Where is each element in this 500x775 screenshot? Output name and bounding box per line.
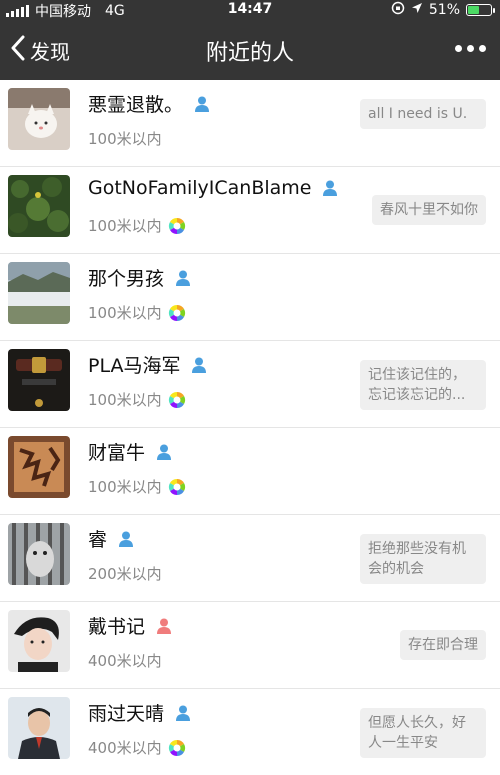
distance-label: 100米以内 — [88, 130, 162, 148]
signature-bubble: 存在即合理 — [400, 630, 486, 660]
avatar[interactable] — [8, 523, 70, 585]
male-icon — [174, 269, 192, 287]
signature-bubble: 拒绝那些没有机会的机会 — [360, 534, 486, 584]
person-name: 财富牛 — [88, 442, 146, 464]
signature-bubble: 记住该记住的，忘记该忘记的... — [360, 360, 486, 410]
male-icon — [193, 95, 211, 113]
avatar[interactable] — [8, 175, 70, 237]
list-item[interactable]: 雨过天晴 400米以内 但愿人长久，好人一生平安 — [0, 689, 500, 775]
list-item[interactable]: 戴书记 400米以内 存在即合理 — [0, 602, 500, 689]
avatar[interactable] — [8, 262, 70, 324]
moments-icon — [168, 478, 186, 496]
moments-icon — [168, 739, 186, 757]
avatar[interactable] — [8, 436, 70, 498]
person-name: 雨过天晴 — [88, 703, 165, 725]
battery-percent: 51% — [428, 2, 460, 18]
location-icon — [411, 2, 423, 18]
male-icon — [321, 179, 339, 197]
distance-label: 400米以内 — [88, 652, 162, 670]
list-item[interactable]: 那个男孩 100米以内 — [0, 254, 500, 341]
distance-label: 100米以内 — [88, 304, 162, 322]
male-icon — [190, 356, 208, 374]
list-item[interactable]: 睿 200米以内 拒绝那些没有机会的机会 — [0, 515, 500, 602]
status-bar: 中国移动 4G 14:47 51% — [0, 0, 500, 20]
orientation-lock-icon — [391, 1, 405, 19]
female-icon — [155, 617, 173, 635]
people-list: 悪霊退散。 100米以内 all I need is U. GotNoFamil… — [0, 80, 500, 775]
list-item[interactable]: GotNoFamilyICanBlame 100米以内 春风十里不如你 — [0, 167, 500, 254]
person-name: 戴书记 — [88, 616, 146, 638]
person-name: 悪霊退散。 — [88, 94, 184, 116]
avatar[interactable] — [8, 88, 70, 150]
more-dot-icon — [467, 45, 474, 52]
nav-bar: 发现 附近的人 — [0, 19, 500, 80]
male-icon — [174, 704, 192, 722]
person-name: 那个男孩 — [88, 268, 165, 290]
male-icon — [155, 443, 173, 461]
list-item[interactable]: 财富牛 100米以内 — [0, 428, 500, 515]
distance-label: 100米以内 — [88, 217, 162, 235]
signature-bubble: 但愿人长久，好人一生平安 — [360, 708, 486, 758]
avatar[interactable] — [8, 697, 70, 759]
list-item[interactable]: 悪霊退散。 100米以内 all I need is U. — [0, 80, 500, 167]
page-title: 附近的人 — [205, 41, 294, 66]
person-name: GotNoFamilyICanBlame — [88, 177, 312, 199]
distance-label: 400米以内 — [88, 739, 162, 757]
signature-bubble: 春风十里不如你 — [372, 195, 486, 225]
distance-label: 100米以内 — [88, 391, 162, 409]
more-dot-icon — [479, 45, 486, 52]
signature-bubble: all I need is U. — [360, 99, 486, 129]
distance-label: 200米以内 — [88, 565, 162, 583]
avatar[interactable] — [8, 349, 70, 411]
male-icon — [117, 530, 135, 548]
moments-icon — [168, 217, 186, 235]
distance-label: 100米以内 — [88, 478, 162, 496]
more-dot-icon — [455, 45, 462, 52]
battery-icon — [466, 4, 495, 16]
person-name: 睿 — [88, 529, 108, 551]
list-item[interactable]: PLA马海军 100米以内 记住该记住的，忘记该忘记的... — [0, 341, 500, 428]
avatar[interactable] — [8, 610, 70, 672]
moments-icon — [168, 391, 186, 409]
person-name: PLA马海军 — [88, 355, 181, 377]
moments-icon — [168, 304, 186, 322]
more-button[interactable] — [455, 45, 486, 52]
